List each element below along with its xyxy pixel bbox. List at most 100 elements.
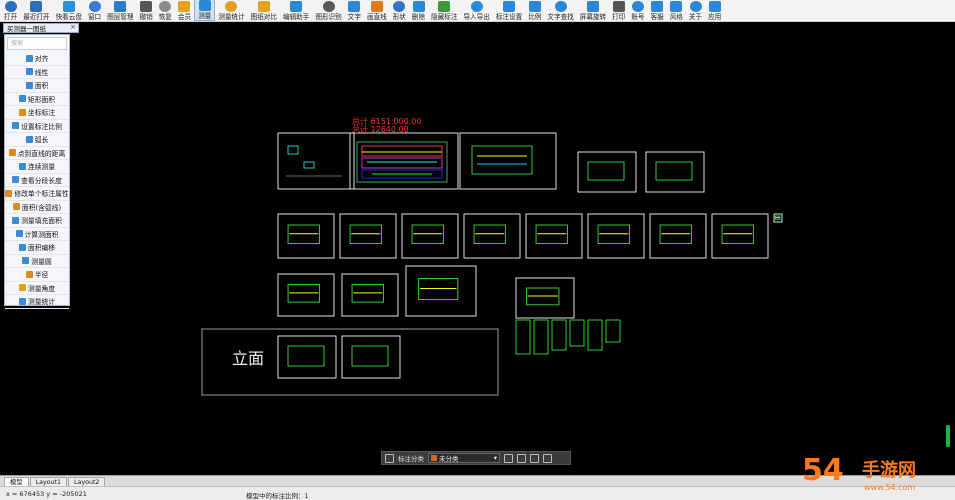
find-button[interactable]: 文字查找 <box>544 0 576 21</box>
redo-button[interactable]: 恢复 <box>156 0 175 21</box>
side-item[interactable]: 面积 <box>5 79 69 93</box>
text-icon <box>348 1 361 12</box>
side-item[interactable]: 连续测量 <box>5 160 69 174</box>
style-label: 风格 <box>669 13 683 21</box>
edit-label: 编辑助手 <box>283 13 310 21</box>
drawing-sheet <box>277 213 335 259</box>
side-item[interactable]: 测量统计 <box>5 295 69 309</box>
compare-label: 图纸对比 <box>250 13 277 21</box>
category-select[interactable]: 未分类 ▾ <box>428 453 500 463</box>
side-item[interactable]: 矩形面积 <box>5 93 69 106</box>
floor-plan-row-2 <box>277 265 575 319</box>
about-button[interactable]: 关于 <box>686 0 705 21</box>
edit-button[interactable]: 编辑助手 <box>280 0 312 21</box>
recent-icon <box>30 1 43 12</box>
side-item[interactable]: 设置标注比例 <box>5 120 69 133</box>
copy-icon[interactable] <box>530 453 539 463</box>
vip-icon <box>178 1 191 12</box>
watermark-url: www.54.com <box>864 483 915 492</box>
delete-button[interactable]: 删除 <box>409 0 428 21</box>
side-item[interactable]: 计算测面积 <box>5 228 69 241</box>
recognize-label: 图形识别 <box>315 13 342 21</box>
scale-icon <box>528 1 541 12</box>
recognize-button[interactable]: 图形识别 <box>312 0 344 21</box>
text-button[interactable]: 文字 <box>345 0 364 21</box>
zoom-scroll-handle[interactable] <box>946 425 950 447</box>
side-item-label: 坐标标注 <box>27 109 56 118</box>
line-icon <box>370 1 383 12</box>
import-button[interactable]: 导入导出 <box>460 0 492 21</box>
measure-tool-icon <box>25 54 33 62</box>
side-item[interactable]: 修改单个标注属性 <box>5 187 69 201</box>
open-button[interactable]: 打开 <box>1 0 20 21</box>
undo-button[interactable]: 撤销 <box>137 0 156 21</box>
service-button[interactable]: 客服 <box>648 0 667 21</box>
side-item[interactable]: 面积编移 <box>5 241 69 255</box>
edit-icon[interactable] <box>504 453 513 463</box>
layers-button[interactable]: 图层管理 <box>104 0 136 21</box>
elevation-label: 立面 <box>232 349 264 368</box>
settings-label: 标注设置 <box>495 13 523 21</box>
side-item-label: 弧长 <box>34 136 49 145</box>
print-icon <box>612 1 625 12</box>
side-item[interactable]: 测量角度 <box>5 282 69 295</box>
side-item[interactable]: 点到直线的距离 <box>5 147 69 160</box>
measure-label: 测量 <box>198 12 212 20</box>
side-item[interactable]: 弧长 <box>5 133 69 147</box>
compare-button[interactable]: 图纸对比 <box>248 0 280 21</box>
side-item[interactable]: 测量圆 <box>5 255 69 268</box>
close-icon[interactable]: × <box>70 23 76 31</box>
measure-icon <box>198 0 211 11</box>
paste-icon[interactable] <box>543 453 552 463</box>
service-icon <box>651 1 664 12</box>
rotate-label: 屏幕旋转 <box>579 13 607 21</box>
layout-tab[interactable]: Layout2 <box>68 477 106 486</box>
side-item-label: 点到直线的距离 <box>17 149 66 158</box>
recent-button[interactable]: 最近打开 <box>20 0 52 21</box>
shape-button[interactable]: 形状 <box>390 0 409 21</box>
apps-button[interactable]: 应用 <box>705 0 724 21</box>
move-icon[interactable] <box>517 453 526 463</box>
sheet-right-2 <box>645 151 705 193</box>
side-item[interactable]: 面积(含弧线) <box>5 201 69 214</box>
measure-button[interactable]: 测量 <box>194 0 216 21</box>
style-button[interactable]: 风格 <box>667 0 686 21</box>
measure-tool-icon <box>15 230 23 238</box>
cloud-button[interactable]: 快看云盘 <box>53 0 85 21</box>
delete-icon <box>412 1 425 12</box>
recent-label: 最近打开 <box>23 13 50 21</box>
window-button[interactable]: 窗口 <box>85 0 104 21</box>
hide-icon <box>438 1 451 12</box>
settings-button[interactable]: 标注设置 <box>493 0 525 21</box>
side-search-input[interactable]: 搜索 <box>7 37 67 50</box>
side-item[interactable]: 半径 <box>5 268 69 282</box>
hide-button[interactable]: 隐藏标注 <box>428 0 460 21</box>
document-tab[interactable]: 买测器一图纸 × <box>3 23 79 33</box>
grid-icon[interactable] <box>385 453 394 463</box>
drawing-sheet <box>463 213 521 259</box>
drawing-sheet <box>401 213 459 259</box>
side-item[interactable]: 线性 <box>5 66 69 79</box>
scale-label: 比例 <box>528 13 542 21</box>
redo-icon <box>159 1 172 12</box>
print-button[interactable]: 打印 <box>609 0 628 21</box>
measure-tool-icon <box>18 243 26 251</box>
window-label: 窗口 <box>87 13 102 21</box>
side-item[interactable]: 坐标标注 <box>5 106 69 120</box>
side-item[interactable]: 测量填充面积 <box>5 214 69 228</box>
annotation-category-bar: 标注分类 未分类 ▾ <box>381 451 571 465</box>
account-button[interactable]: 账号 <box>628 0 647 21</box>
scale-button[interactable]: 比例 <box>525 0 544 21</box>
rotate-button[interactable]: 屏幕旋转 <box>577 0 609 21</box>
vip-button[interactable]: 会员 <box>175 0 194 21</box>
cloud-icon <box>62 1 75 12</box>
stats-button[interactable]: 测量统计 <box>215 0 247 21</box>
drawing-canvas[interactable]: 总计 6151.000.00 总计 12640.00 立面 <box>72 34 955 472</box>
side-item-label: 面积(含弧线) <box>21 203 62 212</box>
layout-tab[interactable]: Layout1 <box>29 477 68 486</box>
side-item[interactable]: 查看分段长度 <box>5 174 69 187</box>
side-item[interactable]: 对齐 <box>5 52 69 66</box>
layout-tab[interactable]: 模型 <box>4 477 29 486</box>
line-button[interactable]: 画直线 <box>364 0 390 21</box>
drawing-sheet <box>711 213 769 259</box>
